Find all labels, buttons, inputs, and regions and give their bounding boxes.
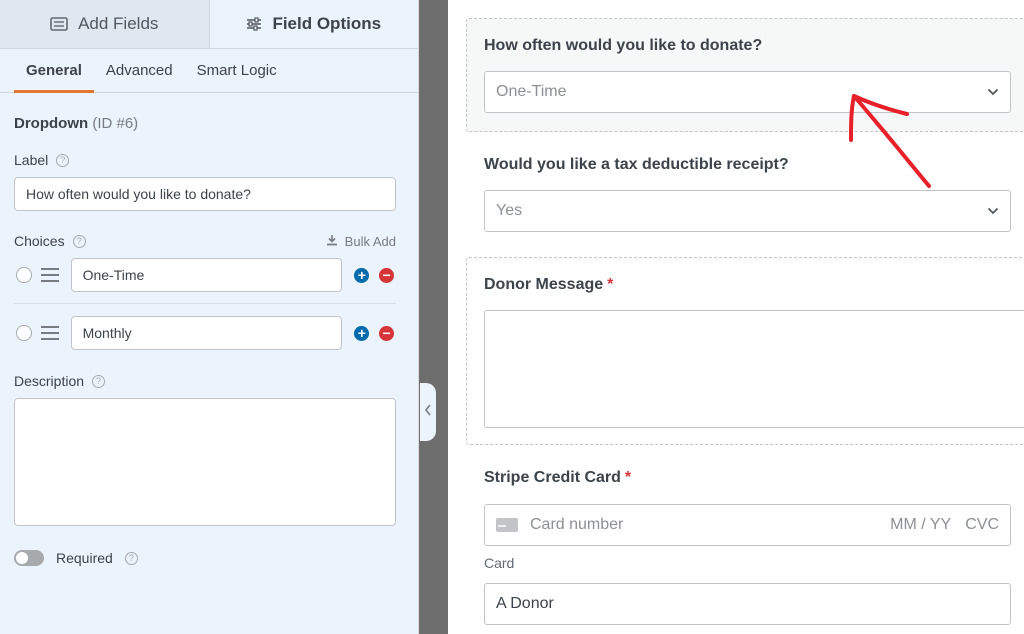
required-asterisk: * <box>607 276 614 293</box>
card-sublabel: Card <box>484 555 515 571</box>
required-asterisk: * <box>624 469 632 486</box>
drag-handle-icon[interactable] <box>40 268 59 282</box>
chevron-down-icon <box>987 202 999 220</box>
tab-add-fields[interactable]: Add Fields <box>0 0 209 48</box>
choice-divider <box>14 303 396 304</box>
tax-receipt-select[interactable]: Yes <box>484 190 1011 232</box>
help-icon[interactable]: ? <box>124 551 138 565</box>
panel-tabs: Add Fields Field Options <box>0 0 418 49</box>
field-donor-message[interactable]: Donor Message * <box>466 257 1024 445</box>
cvc-placeholder: CVC <box>965 516 999 533</box>
card-number-input[interactable]: Card number MM / YY CVC <box>484 504 1011 546</box>
download-icon <box>326 234 338 249</box>
help-icon[interactable]: ? <box>56 153 70 167</box>
select-value: Yes <box>496 202 523 219</box>
remove-choice-icon[interactable]: − <box>379 267 395 283</box>
select-value: One-Time <box>496 83 567 100</box>
field-label: Donor Message * <box>484 276 614 293</box>
annotation-arrow-icon <box>849 94 931 188</box>
subtab-general[interactable]: General <box>14 49 94 93</box>
choice-row: Monthly + − <box>14 315 395 351</box>
tab-field-options[interactable]: Field Options <box>208 0 418 48</box>
remove-choice-icon[interactable]: − <box>379 325 395 341</box>
drag-handle-icon[interactable] <box>40 326 59 340</box>
field-label: How often would you like to donate? <box>484 37 763 54</box>
donor-message-textarea[interactable] <box>484 310 1024 428</box>
field-id: (ID #6) <box>92 115 139 132</box>
form-preview: How often would you like to donate? One-… <box>448 0 1024 634</box>
description-heading-row: Description ? <box>14 373 394 389</box>
label-heading: Label <box>14 152 49 168</box>
cardholder-name-input[interactable]: A Donor <box>484 583 1011 625</box>
expiry-placeholder: MM / YY <box>890 516 952 533</box>
required-row: Required ? <box>14 550 394 566</box>
required-label: Required <box>56 550 113 566</box>
panel-divider <box>420 0 448 634</box>
choice-row: One-Time + − <box>14 257 395 293</box>
field-label: Stripe Credit Card * <box>484 469 632 486</box>
field-type-name: Dropdown <box>14 115 89 132</box>
description-textarea[interactable] <box>14 398 396 526</box>
bulk-add-label: Bulk Add <box>344 233 396 249</box>
choices-heading-row: Choices ? Bulk Add <box>14 233 396 249</box>
help-icon[interactable]: ? <box>72 234 86 248</box>
list-icon <box>50 17 68 31</box>
collapse-sidebar-button[interactable] <box>420 383 436 441</box>
chevron-down-icon <box>987 83 999 101</box>
sub-tabs: General Advanced Smart Logic <box>0 49 418 93</box>
tab-add-fields-label: Add Fields <box>78 14 159 33</box>
field-options-panel: Add Fields Field Options General Advance… <box>0 0 419 634</box>
tab-field-options-label: Field Options <box>272 14 382 33</box>
description-heading: Description <box>14 373 85 389</box>
field-label: Would you like a tax deductible receipt? <box>484 156 789 173</box>
required-toggle[interactable] <box>14 550 44 566</box>
help-icon[interactable]: ? <box>92 374 106 388</box>
card-number-placeholder: Card number <box>530 516 624 533</box>
add-choice-icon[interactable]: + <box>354 267 370 283</box>
bulk-add-button[interactable]: Bulk Add <box>326 234 396 249</box>
choices-heading: Choices <box>14 233 65 249</box>
choice-input[interactable]: Monthly <box>70 316 343 350</box>
add-choice-icon[interactable]: + <box>354 325 370 341</box>
credit-card-icon <box>496 518 518 532</box>
label-heading-row: Label ? <box>14 152 394 168</box>
field-stripe-card[interactable]: Stripe Credit Card * Card number MM / YY … <box>466 469 1024 625</box>
subtab-smart-logic[interactable]: Smart Logic <box>185 49 289 92</box>
subtab-advanced[interactable]: Advanced <box>94 49 185 92</box>
sliders-icon <box>246 17 262 31</box>
field-type-title: Dropdown (ID #6) <box>14 115 394 132</box>
choice-default-radio[interactable] <box>16 325 32 341</box>
label-input[interactable]: How often would you like to donate? <box>14 177 396 211</box>
choice-default-radio[interactable] <box>16 267 32 283</box>
chevron-left-icon <box>424 403 432 421</box>
general-settings: Dropdown (ID #6) Label ? How often would… <box>0 115 418 566</box>
choice-input[interactable]: One-Time <box>70 258 343 292</box>
